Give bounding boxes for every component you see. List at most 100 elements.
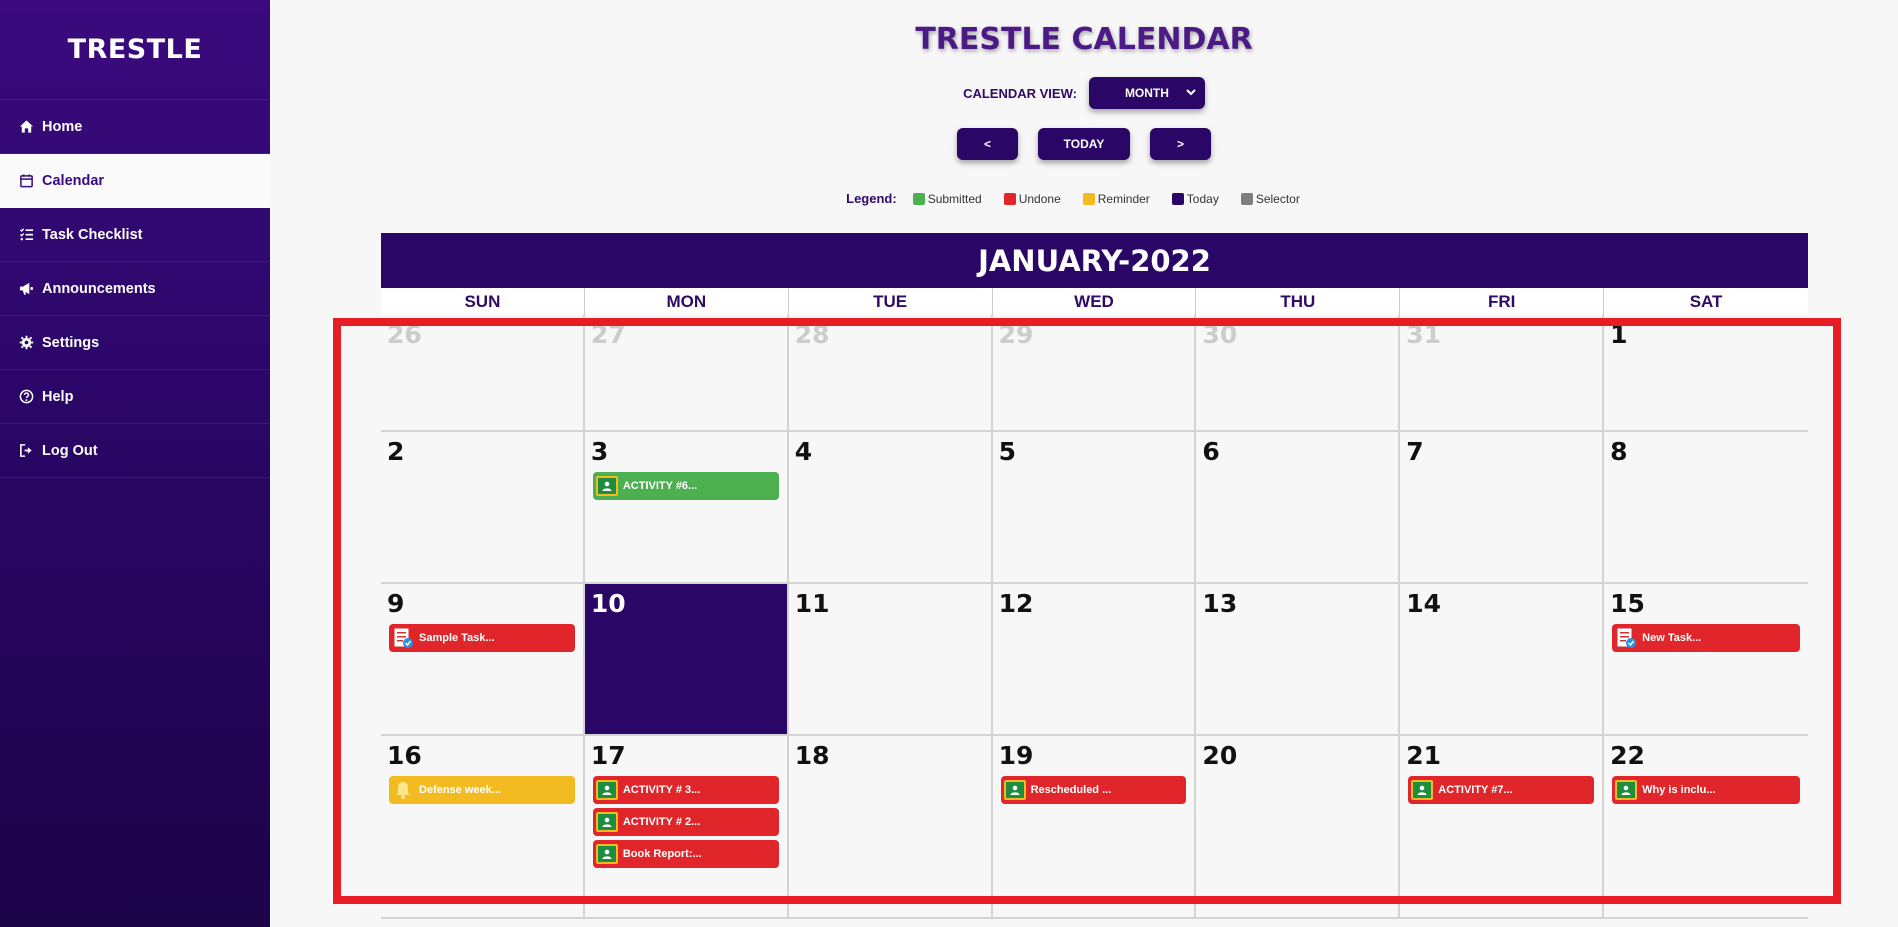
legend-item-undone: Undone bbox=[1003, 191, 1061, 206]
event-label: New Task... bbox=[1642, 632, 1702, 644]
calendar-day-cell[interactable]: 8 bbox=[1604, 432, 1808, 584]
sidebar-item-settings[interactable]: Settings bbox=[0, 316, 270, 370]
sidebar-item-help[interactable]: Help bbox=[0, 370, 270, 424]
event-label: Book Report:... bbox=[622, 848, 702, 860]
legend-label: Undone bbox=[1018, 191, 1061, 206]
calendar-day-cell[interactable]: 18 bbox=[788, 736, 993, 919]
today-button[interactable]: TODAY bbox=[1038, 128, 1130, 160]
calendar-day-cell[interactable]: 29 bbox=[992, 315, 1197, 432]
legend-title: Legend: bbox=[846, 191, 897, 206]
sidebar-item-calendar[interactable]: Calendar bbox=[0, 154, 270, 208]
event-label: ACTIVITY # 3... bbox=[622, 784, 701, 796]
page-title: TRESTLE CALENDAR bbox=[915, 22, 1253, 57]
legend-swatch bbox=[1003, 192, 1016, 205]
legend: Legend: Submitted Undone Reminder Today … bbox=[270, 191, 1898, 206]
prev-month-button[interactable]: < bbox=[957, 128, 1018, 160]
day-number: 22 bbox=[1610, 741, 1645, 770]
sidebar-item-label: Settings bbox=[42, 334, 100, 351]
calendar-day-cell[interactable]: 30 bbox=[1196, 315, 1401, 432]
calendar-day-cell[interactable]: 7 bbox=[1400, 432, 1605, 584]
day-number: 16 bbox=[387, 741, 422, 770]
calendar-view-select[interactable]: MONTH bbox=[1088, 77, 1205, 109]
sidebar-item-label: Task Checklist bbox=[42, 226, 143, 243]
calendar-day-cell[interactable]: 6 bbox=[1196, 432, 1401, 584]
event-label: ACTIVITY #7... bbox=[1438, 784, 1513, 796]
calendar-day-cell[interactable]: 31 bbox=[1400, 315, 1605, 432]
sidebar-item-label: Announcements bbox=[42, 280, 156, 297]
calendar-event-undone[interactable]: ACTIVITY # 2... bbox=[592, 808, 779, 836]
calendar-nav-row: < TODAY > bbox=[270, 128, 1898, 160]
calendar-event-undone[interactable]: New Task... bbox=[1612, 624, 1800, 652]
calendar-event-reminder[interactable]: Defense week... bbox=[389, 776, 575, 804]
legend-label: Today bbox=[1186, 191, 1219, 206]
gear-icon bbox=[18, 335, 34, 351]
day-number: 15 bbox=[1610, 589, 1645, 618]
calendar-event-undone[interactable]: Rescheduled ... bbox=[1000, 776, 1187, 804]
calendar-day-cell[interactable]: 3 ACTIVITY #6... bbox=[584, 432, 789, 584]
calendar-day-cell[interactable]: 15 New Task... bbox=[1604, 584, 1808, 736]
calendar-event-undone[interactable]: Sample Task... bbox=[389, 624, 575, 652]
calendar-day-cell[interactable]: 13 bbox=[1196, 584, 1401, 736]
event-label: Rescheduled ... bbox=[1030, 784, 1112, 796]
calendar-day-cell-today[interactable]: 10 bbox=[584, 584, 789, 736]
event-label: ACTIVITY #6... bbox=[622, 480, 698, 492]
calendar-day-cell[interactable]: 26 bbox=[381, 315, 585, 432]
calendar-day-cell[interactable]: 16 Defense week... bbox=[381, 736, 585, 919]
legend-swatch bbox=[1240, 192, 1253, 205]
event-label: Defense week... bbox=[419, 784, 501, 796]
classroom-icon bbox=[1614, 779, 1638, 801]
calendar-day-cell[interactable]: 19 Rescheduled ... bbox=[992, 736, 1197, 919]
calendar-day-cell[interactable]: 12 bbox=[992, 584, 1197, 736]
sidebar: TRESTLE Home Calendar Task Checklist Ann… bbox=[0, 0, 270, 927]
day-number: 10 bbox=[590, 589, 626, 618]
days-of-week-row: SUN MON TUE WED THU FRI SAT bbox=[381, 288, 1808, 315]
chevron-down-icon bbox=[1185, 86, 1197, 101]
day-number: 11 bbox=[794, 589, 830, 618]
task-icon bbox=[391, 627, 415, 649]
calendar-day-cell[interactable]: 17 ACTIVITY # 3... ACTIVITY # 2... Book Rep… bbox=[584, 736, 789, 919]
calendar-day-cell[interactable]: 4 bbox=[788, 432, 993, 584]
calendar-day-cell[interactable]: 5 bbox=[992, 432, 1197, 584]
day-number: 5 bbox=[998, 437, 1016, 466]
legend-item-reminder: Reminder bbox=[1082, 191, 1150, 206]
sidebar-item-announcements[interactable]: Announcements bbox=[0, 262, 270, 316]
calendar-event-undone[interactable]: Why is inclu... bbox=[1612, 776, 1800, 804]
calendar-day-cell[interactable]: 22 Why is inclu... bbox=[1604, 736, 1808, 919]
classroom-icon bbox=[595, 779, 619, 801]
calendar-day-cell[interactable]: 1 bbox=[1604, 315, 1808, 432]
day-number: 27 bbox=[590, 320, 626, 349]
event-label: ACTIVITY # 2... bbox=[622, 816, 701, 828]
calendar-event-undone[interactable]: ACTIVITY #7... bbox=[1408, 776, 1595, 804]
sidebar-item-log-out[interactable]: Log Out bbox=[0, 424, 270, 478]
day-number: 3 bbox=[590, 437, 609, 466]
day-number: 18 bbox=[794, 741, 830, 770]
sidebar-item-task-checklist[interactable]: Task Checklist bbox=[0, 208, 270, 262]
next-month-button[interactable]: > bbox=[1150, 128, 1211, 160]
calendar-day-cell[interactable]: 14 bbox=[1400, 584, 1605, 736]
legend-label: Reminder bbox=[1097, 191, 1150, 206]
calendar-day-cell[interactable]: 2 bbox=[381, 432, 585, 584]
day-of-week-header: FRI bbox=[1400, 288, 1605, 315]
day-number: 1 bbox=[1610, 320, 1628, 349]
bell-icon bbox=[391, 779, 415, 801]
day-number: 6 bbox=[1202, 437, 1220, 466]
calendar-event-undone[interactable]: Book Report:... bbox=[592, 840, 779, 868]
day-number: 20 bbox=[1202, 741, 1238, 770]
calendar-day-cell[interactable]: 20 bbox=[1196, 736, 1401, 919]
day-number: 21 bbox=[1406, 741, 1442, 770]
calendar-day-cell[interactable]: 21 ACTIVITY #7... bbox=[1400, 736, 1605, 919]
classroom-icon bbox=[1410, 779, 1434, 801]
day-of-week-header: WED bbox=[993, 288, 1197, 315]
calendar-view-row: CALENDAR VIEW: MONTH bbox=[0, 77, 1898, 109]
classroom-icon bbox=[595, 811, 619, 833]
calendar-icon bbox=[18, 173, 34, 189]
calendar-day-cell[interactable]: 9 Sample Task... bbox=[381, 584, 585, 736]
day-of-week-header: SAT bbox=[1689, 291, 1723, 311]
calendar-day-cell[interactable]: 27 bbox=[584, 315, 789, 432]
calendar-day-cell[interactable]: 28 bbox=[788, 315, 993, 432]
legend-item-selector: Selector bbox=[1240, 192, 1300, 206]
calendar-event-submitted[interactable]: ACTIVITY #6... bbox=[592, 472, 779, 500]
day-number: 12 bbox=[998, 589, 1034, 618]
calendar-day-cell[interactable]: 11 bbox=[788, 584, 993, 736]
calendar-event-undone[interactable]: ACTIVITY # 3... bbox=[592, 776, 779, 804]
